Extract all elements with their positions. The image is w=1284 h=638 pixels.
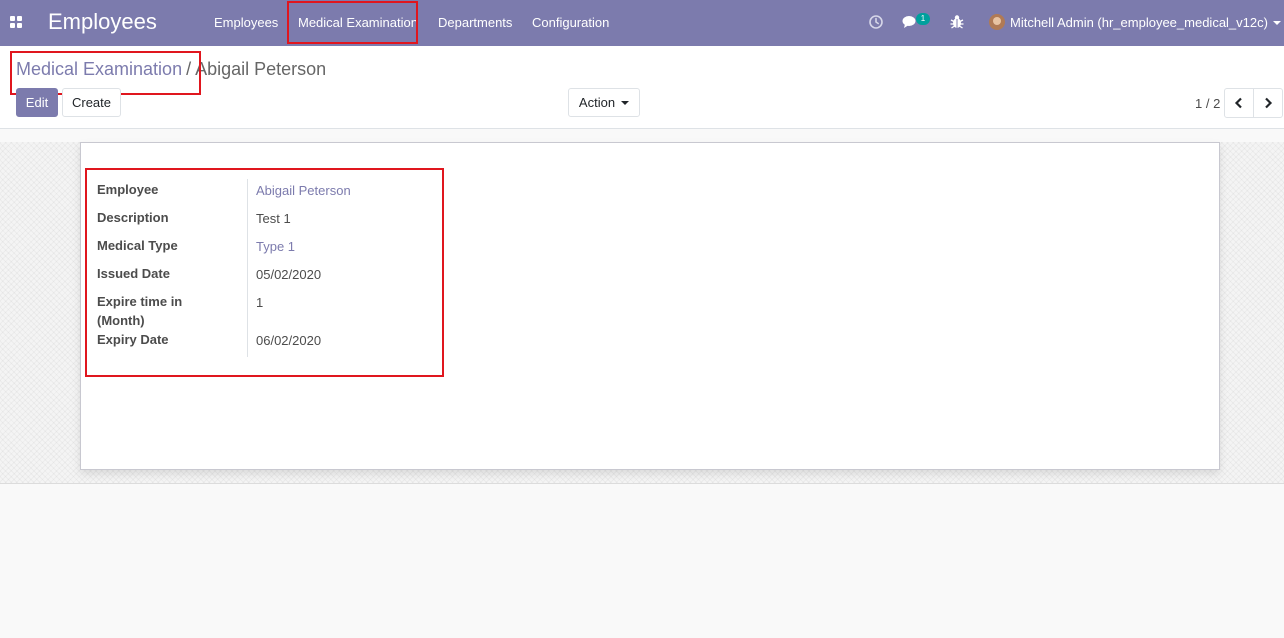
apps-grid-icon[interactable] (10, 16, 22, 28)
expire-time-value: 1 (256, 295, 264, 310)
create-button[interactable]: Create (62, 88, 121, 117)
menu-employees[interactable]: Employees (214, 15, 278, 30)
chat-badge: 1 (916, 13, 930, 25)
medical-type-value-link[interactable]: Type 1 (256, 237, 295, 256)
menu-configuration[interactable]: Configuration (532, 15, 609, 30)
field-column-separator (247, 179, 248, 357)
control-panel: Medical Examination / Abigail Peterson Edi… (0, 46, 1284, 129)
issued-date-label: Issued Date (97, 266, 170, 281)
action-label: Action (578, 95, 616, 110)
user-menu-caret-icon[interactable] (1273, 21, 1281, 25)
user-avatar[interactable] (989, 14, 1005, 30)
pager-value[interactable]: 1 / 2 (1195, 96, 1220, 111)
employee-value-link[interactable]: Abigail Peterson (256, 181, 351, 200)
chevron-right-icon (1265, 97, 1273, 109)
issued-date-value: 05/02/2020 (256, 267, 322, 282)
breadcrumb-current: Abigail Peterson (195, 59, 327, 79)
chevron-left-icon (1234, 97, 1242, 109)
form-sheet: Employee Abigail Peterson Description Te… (80, 142, 1220, 470)
top-navbar: Employees Employees Medical Examination … (0, 0, 1284, 46)
expiry-date-label: Expiry Date (97, 332, 169, 347)
app-title: Employees (48, 9, 157, 34)
clock-icon[interactable] (868, 14, 884, 30)
description-label: Description (97, 210, 169, 225)
chevron-down-icon (621, 100, 630, 105)
description-value: Test 1 (256, 211, 291, 226)
edit-button[interactable]: Edit (16, 88, 58, 117)
menu-departments[interactable]: Departments (438, 15, 512, 30)
user-menu-name[interactable]: Mitchell Admin (hr_employee_medical_v12c… (1010, 15, 1268, 30)
medical-type-label: Medical Type (97, 238, 178, 253)
pager-next-button[interactable] (1253, 88, 1283, 118)
employee-label: Employee (97, 182, 159, 197)
bug-icon[interactable] (949, 14, 965, 30)
menu-highlight-box (287, 1, 418, 44)
action-dropdown-button[interactable]: Action (568, 88, 640, 117)
expire-time-label: Expire time in (Month) (97, 294, 183, 328)
pager-previous-button[interactable] (1224, 88, 1254, 118)
expiry-date-value: 06/02/2020 (256, 333, 322, 348)
